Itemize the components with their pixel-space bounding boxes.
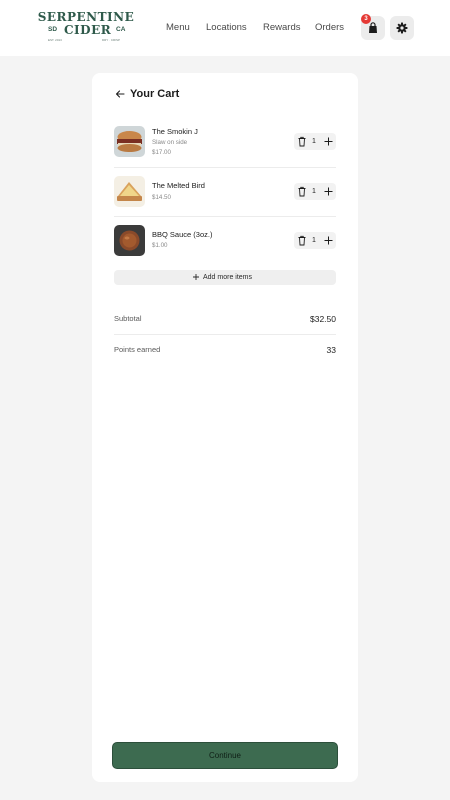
item-divider	[114, 216, 336, 217]
nav-menu[interactable]: Menu	[166, 22, 190, 34]
nav-orders[interactable]: Orders	[315, 22, 344, 34]
nav-rewards[interactable]: Rewards	[263, 22, 301, 34]
cart-title: Your Cart	[130, 88, 180, 100]
logo-tagline-left: EST. 2013	[48, 38, 62, 42]
item-note: Slaw on side	[152, 139, 188, 146]
item-divider	[114, 167, 336, 168]
points-earned-label: Points earned	[114, 345, 161, 354]
quantity-value: 1	[312, 237, 316, 244]
gear-icon	[396, 22, 408, 34]
add-more-items-label: Add more items	[203, 274, 253, 281]
item-image-bbq-sauce	[114, 225, 145, 256]
brand-logo[interactable]: SERPENTINE SD CIDER CA EST. 2013 DRY · C…	[34, 11, 138, 45]
item-image-melted-bird	[114, 176, 145, 207]
trash-icon[interactable]	[297, 235, 307, 246]
item-name: The Smokin J	[152, 127, 198, 136]
trash-icon[interactable]	[297, 186, 307, 197]
item-price: $1.00	[152, 242, 168, 249]
plus-icon[interactable]	[323, 136, 334, 147]
plus-icon[interactable]	[323, 186, 334, 197]
item-image-smokin-j	[114, 126, 145, 157]
item-price: $14.50	[152, 194, 171, 201]
continue-label: Continue	[208, 751, 242, 760]
logo-tagline: EST. 2013 DRY · CRISP	[34, 38, 138, 44]
add-more-items-button[interactable]: Add more items	[114, 270, 336, 285]
continue-button[interactable]: Continue	[112, 742, 338, 769]
trash-icon[interactable]	[297, 136, 307, 147]
subtotal-label: Subtotal	[114, 314, 142, 323]
plus-icon[interactable]	[323, 235, 334, 246]
item-name: BBQ Sauce (3oz.)	[152, 230, 213, 239]
cart-count-badge: 3	[361, 14, 371, 24]
item-price: $17.00	[152, 149, 171, 156]
quantity-value: 1	[312, 188, 316, 195]
settings-button[interactable]	[390, 16, 414, 40]
logo-wordmark-row: SD CIDER CA	[34, 24, 138, 36]
logo-tagline-right: DRY · CRISP	[102, 38, 121, 42]
top-header: SERPENTINE SD CIDER CA EST. 2013 DRY · C…	[0, 0, 450, 56]
summary-divider	[114, 334, 336, 335]
item-name: The Melted Bird	[152, 181, 205, 190]
quantity-value: 1	[312, 138, 316, 145]
points-earned-value: 33	[326, 345, 336, 355]
logo-ca: CA	[116, 26, 126, 33]
quantity-stepper: 1	[294, 133, 336, 150]
logo-sd: SD	[48, 26, 58, 33]
quantity-stepper: 1	[294, 232, 336, 249]
logo-wordmark-bottom: CIDER	[64, 23, 112, 37]
plus-icon	[193, 274, 199, 280]
nav-locations[interactable]: Locations	[206, 22, 247, 34]
subtotal-value: $32.50	[310, 314, 336, 324]
back-arrow-icon[interactable]	[114, 88, 126, 100]
quantity-stepper: 1	[294, 183, 336, 200]
